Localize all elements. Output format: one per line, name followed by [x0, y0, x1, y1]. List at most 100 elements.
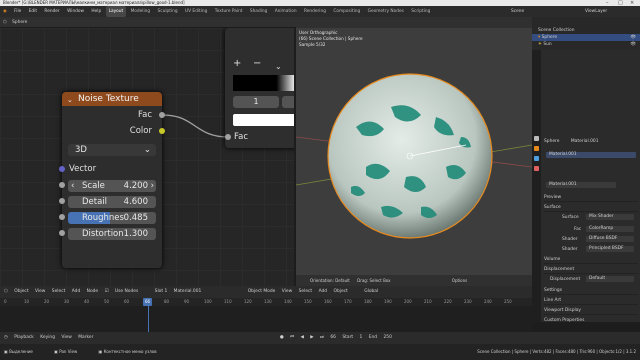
menu-help[interactable]: Help [88, 6, 104, 17]
view-layer-selector[interactable]: ViewLayer [582, 6, 610, 17]
noise-node-header[interactable]: ⌄ Noise Texture [62, 92, 162, 106]
tab-modeling[interactable]: Modeling [128, 6, 154, 17]
menu-view[interactable]: View [35, 286, 45, 298]
material-slot[interactable]: Material.001 [546, 152, 636, 158]
current-frame-indicator[interactable]: 66 [143, 298, 153, 306]
end-field[interactable]: 250 [384, 332, 392, 344]
editor-type-icon[interactable]: ⬡ [3, 17, 7, 28]
timeline-editor-icon[interactable]: ◷ [4, 332, 8, 344]
collapse-chevron-icon[interactable]: ⌄ [67, 93, 73, 107]
color-output-socket[interactable] [159, 128, 165, 134]
play-reverse-icon[interactable]: ◀ [300, 332, 303, 344]
ramp-fac-socket[interactable] [225, 134, 231, 140]
ramp-stop-color[interactable] [233, 114, 294, 126]
jump-end-icon[interactable]: ⏭ [320, 332, 324, 344]
timeline-keying-menu[interactable]: Keying [40, 332, 55, 344]
viewport-menu-add[interactable]: Add [319, 286, 328, 298]
scale-field[interactable]: ‹ Scale 4.200 › [68, 180, 156, 192]
slot-dropdown[interactable]: Slot 1 [155, 286, 168, 298]
object-mode-dropdown[interactable]: Object [14, 286, 28, 298]
shader2-input[interactable]: Principled BSDF [586, 246, 634, 252]
ramp-stop-position[interactable] [282, 96, 294, 108]
current-frame-field[interactable]: 66 [330, 332, 336, 344]
distortion-input-socket[interactable] [59, 230, 65, 236]
surface-shader[interactable]: Mix Shader [586, 214, 634, 220]
dimension-dropdown[interactable]: 3D ⌄ [68, 144, 156, 156]
vector-input-socket[interactable] [59, 166, 65, 172]
color-ramp-gradient[interactable] [233, 75, 294, 91]
object-tab-icon[interactable] [534, 146, 539, 151]
ramp-add-button[interactable]: + [233, 58, 241, 69]
object-selector[interactable]: Sphere [12, 17, 27, 28]
tab-shading[interactable]: Shading [247, 6, 270, 17]
tool-tab-icon[interactable] [534, 136, 539, 141]
visibility-eye-icon[interactable]: 👁 [630, 34, 636, 41]
options-dropdown[interactable]: Options [452, 278, 467, 283]
material-dropdown[interactable]: Material.001 [174, 286, 202, 298]
timeline-view-menu[interactable]: View [61, 332, 71, 344]
section-volume[interactable]: Volume [544, 255, 638, 264]
scale-input-socket[interactable] [59, 182, 65, 188]
fac-output-socket[interactable] [159, 112, 165, 118]
material-tab-icon[interactable] [534, 166, 539, 171]
ramp-stop-index[interactable]: 1 [233, 96, 279, 108]
increment-arrow-icon[interactable]: › [151, 180, 154, 192]
node-editor[interactable]: + − ⌄ 1 Fac ⌄ Noise Texture Fac Color 3D… [0, 28, 294, 286]
orientation-dropdown[interactable]: Default [335, 278, 350, 283]
timeline-ruler[interactable]: 0 10 20 30 40 50 60 80 90 100 110 120 13… [0, 298, 532, 306]
section-custom-properties[interactable]: Custom Properties [544, 316, 638, 325]
outliner-row-scene-collection[interactable]: Scene Collection [532, 27, 640, 34]
decrement-arrow-icon[interactable]: ‹ [71, 180, 74, 192]
visibility-eye-icon[interactable]: 👁 [630, 41, 636, 48]
section-viewport-display[interactable]: Viewport Display [544, 306, 638, 315]
tab-sculpting[interactable]: Sculpting [155, 6, 181, 17]
fac-input[interactable]: ColorRamp [586, 226, 634, 232]
material-selector[interactable]: Material.001 [546, 182, 616, 188]
viewport-mode-dropdown[interactable]: Object Mode [248, 286, 276, 298]
menu-node[interactable]: Node [87, 286, 98, 298]
menu-window[interactable]: Window [64, 6, 87, 17]
section-settings[interactable]: Settings [544, 286, 638, 295]
3d-viewport[interactable]: User Orthographic (66) Scene Collection … [296, 17, 532, 286]
tab-geometry-nodes[interactable]: Geometry Nodes [365, 6, 407, 17]
roughness-input-socket[interactable] [59, 214, 65, 220]
section-surface[interactable]: Surface [544, 203, 638, 212]
drag-dropdown[interactable]: Select Box [369, 278, 390, 283]
transform-orientation-dropdown[interactable]: Global [364, 286, 378, 298]
blender-logo-icon[interactable]: ◉ [0, 6, 10, 17]
outliner-row-sun[interactable]: ☀ Sun 👁 [532, 41, 640, 48]
menu-edit[interactable]: Edit [26, 6, 40, 17]
tab-rendering[interactable]: Rendering [301, 6, 329, 17]
record-button[interactable]: ● [280, 332, 284, 344]
menu-render[interactable]: Render [41, 6, 62, 17]
node-editor-type-icon[interactable]: ⬡ [4, 286, 8, 298]
timeline-body[interactable] [0, 306, 532, 332]
noise-texture-node[interactable]: ⌄ Noise Texture Fac Color 3D ⌄ Vector ‹ … [62, 92, 162, 268]
distortion-field[interactable]: Distortion 1.300 [68, 228, 156, 240]
roughness-field[interactable]: Roughnes 0.485 [68, 212, 156, 224]
tab-layout[interactable]: Layout [105, 6, 127, 17]
start-field[interactable]: 1 [360, 332, 363, 344]
properties-editor[interactable]: Sphere Material.001 Material.001 Materia… [532, 50, 640, 325]
menu-add[interactable]: Add [72, 286, 81, 298]
scene-selector[interactable]: Scene [508, 6, 527, 17]
tab-compositing[interactable]: Compositing [330, 6, 363, 17]
detail-input-socket[interactable] [59, 198, 65, 204]
shader1-input[interactable]: Diffuse BSDF [586, 236, 634, 242]
jump-start-icon[interactable]: ⏮ [290, 332, 294, 344]
ramp-menu-icon[interactable]: ⌄ [275, 62, 282, 71]
use-nodes-checkbox[interactable]: ☑ [105, 286, 109, 298]
section-line-art[interactable]: Line Art [544, 296, 638, 305]
timeline-marker-menu[interactable]: Marker [78, 332, 93, 344]
outliner[interactable]: Scene Collection ▾ Sphere 👁 ☀ Sun 👁 [532, 17, 640, 50]
color-ramp-node[interactable]: + − ⌄ 1 Fac [225, 28, 294, 148]
detail-field[interactable]: Detail 4.600 [68, 196, 156, 208]
menu-select[interactable]: Select [52, 286, 66, 298]
timeline-playback-menu[interactable]: Playback [14, 332, 34, 344]
displacement-input[interactable]: Default [586, 276, 634, 282]
outliner-row-sphere[interactable]: ▾ Sphere 👁 [532, 34, 640, 41]
tab-scripting[interactable]: Scripting [408, 6, 433, 17]
viewport-menu-object[interactable]: Object [333, 286, 347, 298]
tab-texture-paint[interactable]: Texture Paint [212, 6, 246, 17]
viewport-menu-view[interactable]: View [282, 286, 292, 298]
